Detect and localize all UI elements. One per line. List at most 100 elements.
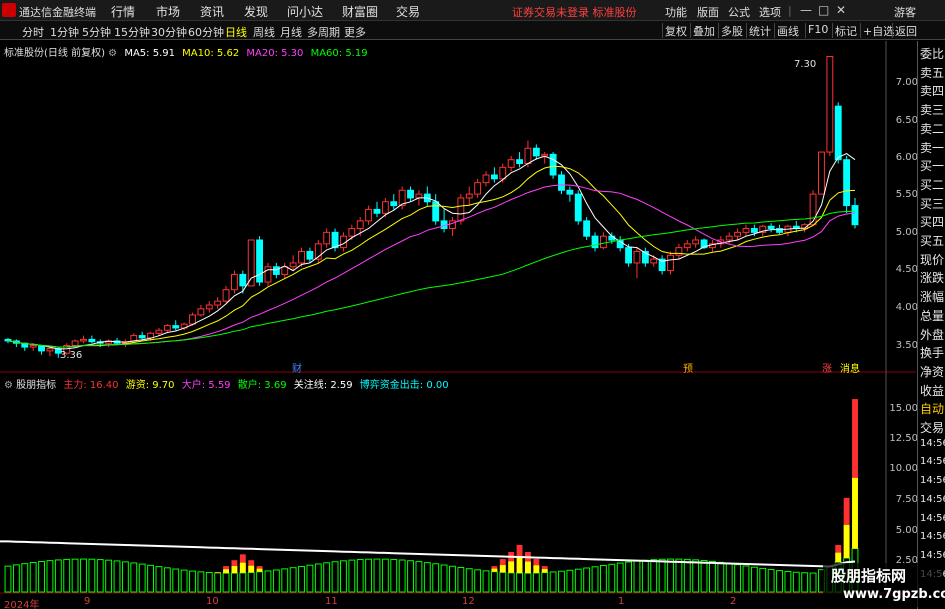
btn-back[interactable]: 返回 [892,23,919,38]
side-panel-item-19[interactable]: 自动 [920,400,944,417]
side-panel-item-12: 涨跌 [920,271,945,286]
close-icon[interactable]: ✕ [836,3,846,17]
period-1min[interactable]: 1分钟 [50,24,79,40]
indicator-large-holder: 大户: 5.59 [181,380,231,391]
ma60-value: MA60: 5.19 [310,48,368,59]
hot-money-bar [533,565,540,573]
candle-body [843,159,851,207]
candle-body [583,220,591,237]
hot-money-bar [852,477,858,549]
btn-stats[interactable]: 统计 [746,23,773,38]
login-status-message[interactable]: 证券交易未登录 标准股份 [512,4,637,20]
candle-body [524,147,532,165]
hot-money-bar [256,568,263,572]
watch-line [0,540,856,568]
menu-layout[interactable]: 版面 [697,4,719,20]
candle-body [599,235,607,249]
period-15min[interactable]: 15分钟 [114,24,150,40]
btn-adjust[interactable]: 复权 [662,23,689,38]
retail-bar [113,560,121,593]
period-more[interactable]: 更多 [344,24,366,40]
candle-body [356,220,364,230]
indicator-settings-icon[interactable]: ⚙ [4,380,13,391]
retail-bar [683,558,691,593]
retail-bar [71,558,79,593]
retail-bar [750,566,758,593]
retail-bar [272,569,280,593]
settings-gear-icon[interactable]: ⚙ [108,48,117,59]
menu-marketplace[interactable]: 市场 [156,3,180,20]
menu-news[interactable]: 资讯 [200,3,224,20]
candle-body [683,243,691,249]
retail-bar [172,568,180,593]
price-tick-6.00: 6.00 [895,152,918,163]
low-price-label: 3.36 [60,350,83,361]
period-daily[interactable]: 日线 [225,24,247,40]
candle-body [516,159,523,165]
minimize-icon[interactable]: — [800,3,812,17]
main-force-bar [835,544,842,563]
ind-tick-10: 10.00 [889,463,918,474]
period-5min[interactable]: 5分钟 [82,24,111,40]
date-tick-10: 10 [206,596,219,607]
period-monthly[interactable]: 月线 [280,24,302,40]
main-force-bar [491,566,498,572]
candle-body [507,159,515,168]
menu-wealth[interactable]: 财富圈 [342,3,378,20]
btn-draw[interactable]: 画线 [774,23,801,38]
menu-function[interactable]: 功能 [665,4,687,20]
retail-bar [490,571,498,593]
period-weekly[interactable]: 周线 [253,24,275,40]
hot-money-bar [223,569,229,574]
period-multi[interactable]: 多周期 [307,24,340,40]
side-panel-item-20[interactable]: 交易 [920,419,944,436]
menu-discover[interactable]: 发现 [244,3,268,20]
period-intraday[interactable]: 分时 [22,24,44,40]
side-panel-item-27: 14:56 [920,549,945,561]
kline-chart [0,41,916,594]
guest-user[interactable]: 游客 [894,4,916,20]
candle-body [12,340,20,344]
retail-bar [809,572,817,593]
period-60min[interactable]: 60分钟 [188,24,224,40]
retail-bar [323,562,331,593]
retail-bar [298,565,305,593]
menu-market[interactable]: 行情 [111,3,135,20]
candle-body [415,193,423,199]
btn-f10[interactable]: F10 [805,23,830,38]
candle-body [71,340,79,347]
retail-bar [499,571,507,593]
candle-body [616,239,624,249]
main-force-bar [499,559,506,573]
menu-trade[interactable]: 交易 [396,3,420,20]
period-30min[interactable]: 30分钟 [151,24,187,40]
side-panel-item-15: 外盘 [920,327,945,342]
candle-body [449,220,456,230]
retail-bar [474,569,482,593]
btn-overlay[interactable]: 叠加 [690,23,717,38]
menu-ask[interactable]: 问小达 [287,3,323,20]
event-mark-forecast[interactable]: 预 [683,360,693,375]
side-panel-item-14: 总量 [920,308,945,323]
retail-bar [801,572,809,593]
candle-body [776,228,783,233]
main-force-bar [541,566,548,573]
candle-body [130,335,138,343]
retail-bar [465,568,473,593]
event-mark-finance[interactable]: 财 [292,360,302,375]
btn-multi-stock[interactable]: 多股 [718,23,745,38]
retail-bar [138,563,146,593]
stock-title: 标准股份(日线 前复权) [4,48,105,59]
date-tick-11: 11 [325,596,338,607]
btn-add-watchlist[interactable]: +自选 [860,23,896,38]
menu-formula[interactable]: 公式 [728,4,750,20]
maximize-icon[interactable]: □ [818,3,829,17]
menu-options[interactable]: 选项 [759,4,781,20]
btn-mark[interactable]: 标记 [832,23,859,38]
ma10-line [7,165,856,348]
event-mark-limit-up[interactable]: 涨 [822,360,832,375]
retail-bar [633,560,641,593]
event-mark-news[interactable]: 消息 [840,360,860,375]
retail-bar [373,558,381,593]
retail-bar [197,571,205,593]
